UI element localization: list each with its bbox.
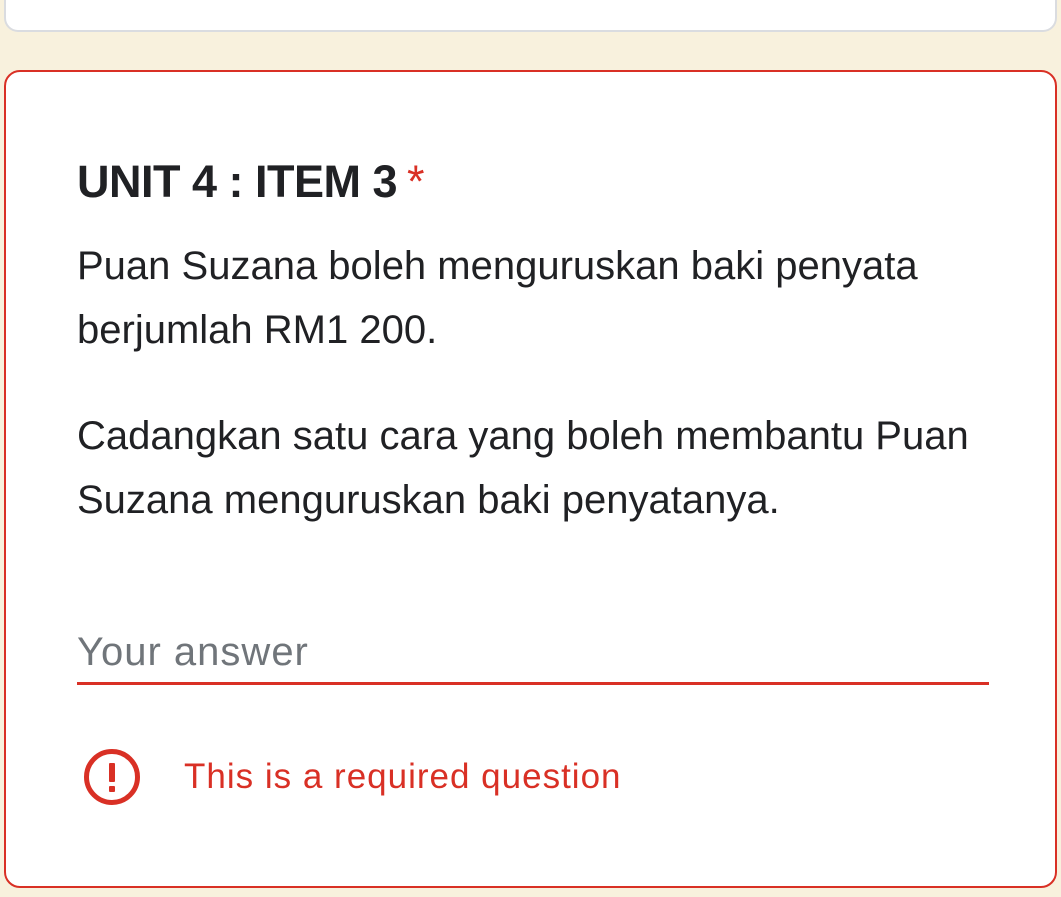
question-title-text: UNIT 4 : ITEM 3 xyxy=(77,156,398,207)
description-paragraph: Puan Suzana boleh menguruskan baki penya… xyxy=(77,244,918,352)
error-circle-exclamation-icon xyxy=(84,749,140,805)
previous-question-card xyxy=(4,0,1057,32)
description-paragraph: Cadangkan satu cara yang boleh membantu … xyxy=(77,414,969,522)
required-asterisk: * xyxy=(407,156,425,207)
error-message: This is a required question xyxy=(184,757,622,796)
answer-input[interactable] xyxy=(77,622,989,685)
question-card: UNIT 4 : ITEM 3 * Puan Suzana boleh mengu… xyxy=(4,70,1057,888)
error-message-row: This is a required question xyxy=(82,747,622,807)
question-title: UNIT 4 : ITEM 3 * xyxy=(77,156,425,208)
question-description: Puan Suzana boleh menguruskan baki penya… xyxy=(77,234,997,532)
